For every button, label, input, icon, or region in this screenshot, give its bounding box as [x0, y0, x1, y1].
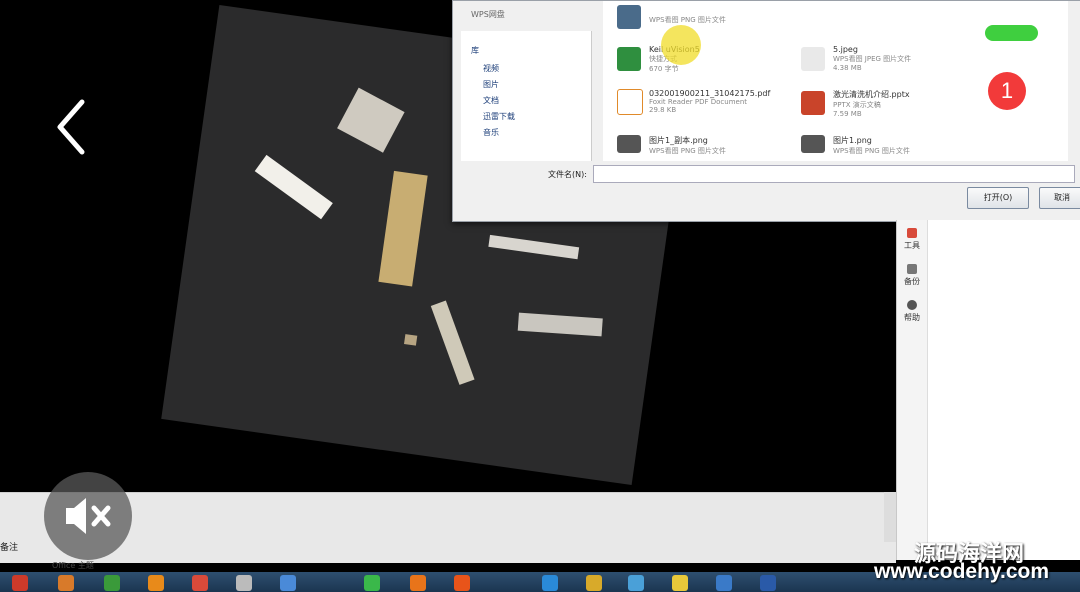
- taskbar-app-icon[interactable]: [586, 575, 602, 591]
- metal-bar-part: [517, 312, 603, 337]
- toolbar-help[interactable]: 帮助: [901, 300, 923, 323]
- nav-item-documents[interactable]: 文档: [483, 95, 499, 106]
- scrollbar[interactable]: [884, 492, 896, 542]
- folder-nav: WPS网盘 库 视频 图片 文档 迅雷下载 音乐: [461, 10, 592, 161]
- taskbar-app-icon[interactable]: [236, 575, 252, 591]
- taskbar-app-icon[interactable]: [364, 575, 380, 591]
- wifi-icon: [809, 19, 843, 45]
- nav-item-wps-cloud[interactable]: WPS网盘: [471, 9, 505, 20]
- taskbar-app-icon[interactable]: [12, 575, 28, 591]
- charging-bolt-icon: [960, 19, 972, 45]
- more-options-button[interactable]: [978, 112, 1040, 142]
- speaker-muted-icon: [66, 498, 111, 534]
- jpeg-file-icon: [801, 47, 825, 71]
- taskbar-app-icon[interactable]: [454, 575, 470, 591]
- watermark-url: www.codehy.com: [874, 560, 1050, 583]
- toolbar-tools[interactable]: 工具: [901, 228, 923, 251]
- nav-item-pictures[interactable]: 图片: [483, 79, 499, 90]
- theme-label: Office 主题: [52, 561, 94, 570]
- share-button[interactable]: [870, 100, 928, 150]
- taskbar-app-icon[interactable]: [716, 575, 732, 591]
- more-dots-icon: [981, 121, 992, 132]
- chevron-left-icon: [57, 99, 85, 155]
- keil-shortcut-icon: [617, 47, 641, 71]
- filename-label: 文件名(N):: [548, 170, 587, 179]
- toolbar-backup-label: 备份: [904, 277, 920, 286]
- more-dots-icon: [1025, 121, 1036, 132]
- video-frame: WPS网盘 库 视频 图片 文档 迅雷下载 音乐 WPS看图 PNG 图片文件 …: [0, 0, 1080, 592]
- taskbar-app-icon[interactable]: [104, 575, 120, 591]
- mute-button[interactable]: [44, 472, 132, 560]
- small-square-part: [404, 334, 418, 346]
- taskbar-app-icon[interactable]: [58, 575, 74, 591]
- png-file-icon: [617, 135, 641, 153]
- toolbar-tools-label: 工具: [904, 241, 920, 250]
- notes-label: 备注: [0, 543, 19, 553]
- notes-pane: [0, 492, 896, 563]
- taskbar-app-icon[interactable]: [760, 575, 776, 591]
- toolbar-help-label: 帮助: [904, 313, 920, 322]
- taskbar-app-icon[interactable]: [542, 575, 558, 591]
- nav-item-videos[interactable]: 视频: [483, 63, 499, 74]
- cursor-highlight: [661, 25, 701, 65]
- filename-input[interactable]: [593, 165, 1075, 183]
- nav-item-library[interactable]: 库: [471, 45, 479, 56]
- help-icon: [907, 300, 917, 310]
- side-toolbar: 工具 备份 帮助: [897, 220, 928, 560]
- taskbar-app-icon[interactable]: [280, 575, 296, 591]
- metal-clip-part: [337, 87, 405, 153]
- taskbar-app-icon[interactable]: [672, 575, 688, 591]
- brass-tab-part: [378, 170, 428, 287]
- signal-bars-icon: [910, 22, 942, 44]
- side-panel: 工具 备份 帮助: [896, 220, 1080, 560]
- backup-icon: [907, 264, 917, 274]
- png-file-icon: [801, 135, 825, 153]
- taskbar-app-icon[interactable]: [148, 575, 164, 591]
- metal-strip-part: [254, 154, 333, 220]
- toolbar-backup[interactable]: 备份: [901, 264, 923, 287]
- more-dots-icon: [1003, 121, 1014, 132]
- taskbar-app-icon[interactable]: [192, 575, 208, 591]
- pdf-file-icon: [617, 89, 643, 115]
- bluetooth-icon: [776, 20, 791, 46]
- toolbox-icon: [907, 228, 917, 238]
- file-item[interactable]: 032001900211_31042175.pdf Foxit Reader P…: [649, 89, 770, 114]
- metal-bar-part: [430, 300, 475, 385]
- back-button[interactable]: [50, 98, 90, 156]
- nav-item-music[interactable]: 音乐: [483, 127, 499, 138]
- taskbar-app-icon[interactable]: [628, 575, 644, 591]
- nav-item-thunder-downloads[interactable]: 迅雷下载: [483, 111, 515, 122]
- metal-bar-part: [488, 234, 580, 260]
- png-file-icon: [617, 5, 641, 29]
- pptx-file-icon: [801, 91, 825, 115]
- notification-badge: 1: [988, 72, 1026, 110]
- signal-bars-icon: [860, 22, 892, 44]
- open-button[interactable]: 打开(O): [967, 187, 1029, 209]
- battery-icon: [980, 20, 1047, 46]
- file-item[interactable]: WPS看图 PNG 图片文件: [649, 15, 726, 25]
- share-arrow-icon: [874, 106, 926, 148]
- status-bar: [770, 14, 1060, 50]
- file-item[interactable]: 图片1_副本.png WPS看图 PNG 图片文件: [649, 135, 726, 156]
- taskbar-app-icon[interactable]: [410, 575, 426, 591]
- cancel-button[interactable]: 取消: [1039, 187, 1080, 209]
